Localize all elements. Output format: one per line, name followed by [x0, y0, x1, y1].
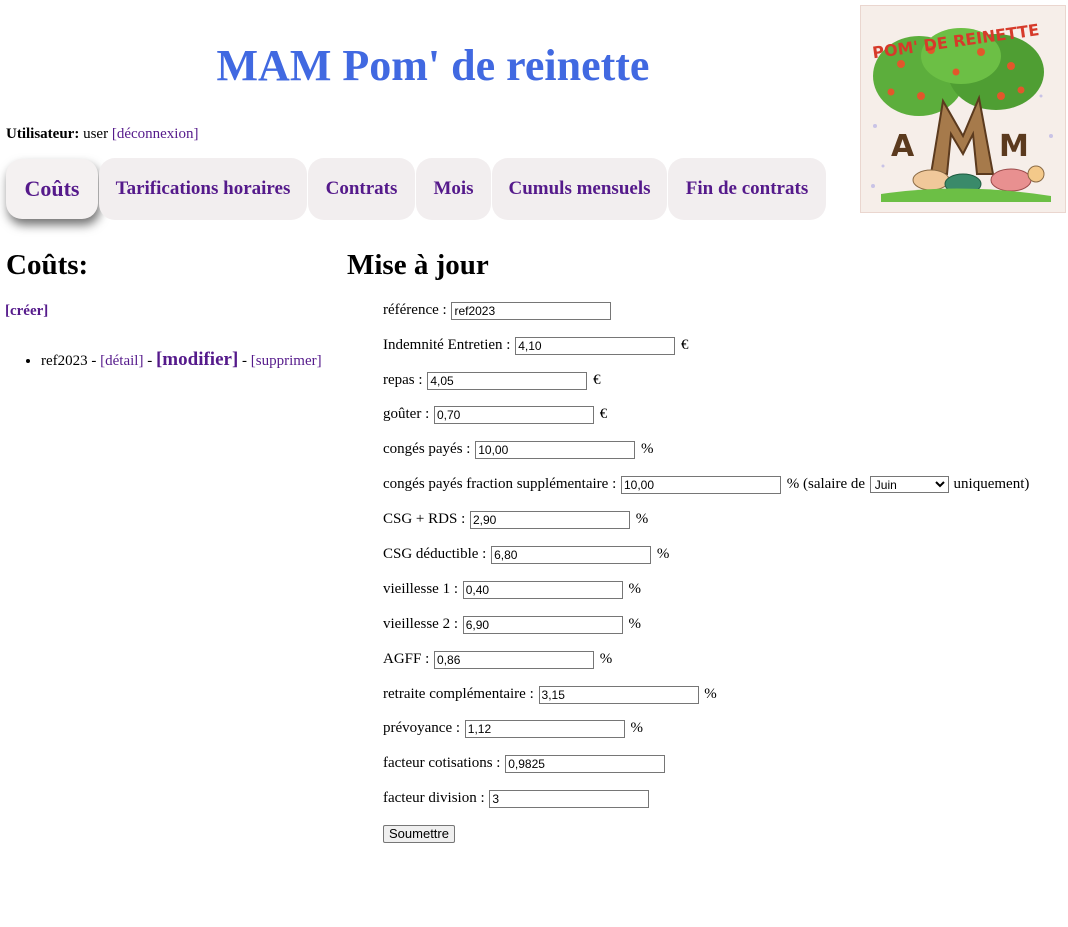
field-prevoyance: prévoyance : %: [383, 718, 643, 738]
logout-link[interactable]: [déconnexion]: [112, 126, 199, 142]
list-item: ref2023 - [détail] - [modifier] - [suppr…: [41, 348, 322, 373]
tab-contrats[interactable]: Contrats: [308, 158, 415, 220]
facteur-cotisations-input[interactable]: [505, 754, 666, 773]
repas-input[interactable]: [427, 371, 588, 390]
suffix-label: uniquement): [953, 476, 1030, 492]
unit-label: %: [599, 651, 613, 667]
unit-label: %: [656, 546, 670, 562]
create-link[interactable]: [créer]: [5, 302, 48, 320]
field-label: vieillesse 1 :: [383, 581, 458, 597]
csg-rds-input[interactable]: [470, 510, 630, 529]
field-vieillesse-2: vieillesse 2 : %: [383, 614, 641, 634]
unit-label: €: [593, 372, 601, 388]
tab-cumuls-mensuels[interactable]: Cumuls mensuels: [492, 158, 667, 220]
reference-input[interactable]: [451, 301, 612, 320]
detail-link[interactable]: [détail]: [100, 353, 143, 369]
agff-input[interactable]: [434, 650, 595, 669]
unit-label: % (salaire de: [786, 476, 866, 492]
field-retraite: retraite complémentaire : %: [383, 684, 717, 704]
unit-label: €: [680, 337, 689, 353]
field-label: prévoyance :: [383, 720, 461, 736]
tab-couts[interactable]: Coûts: [6, 159, 98, 219]
month-select[interactable]: Juin: [869, 476, 949, 494]
field-label: AGFF :: [383, 651, 430, 667]
unit-label: %: [630, 720, 644, 736]
field-gouter: goûter : €: [383, 404, 607, 424]
separator: -: [91, 353, 97, 369]
separator: -: [242, 353, 248, 369]
field-repas: repas : €: [383, 370, 601, 390]
csg-deductible-input[interactable]: [491, 545, 652, 564]
unit-label: %: [704, 686, 717, 702]
modify-link[interactable]: [modifier]: [156, 349, 238, 370]
field-label: facteur cotisations :: [383, 755, 501, 771]
field-facteur-division: facteur division :: [383, 788, 651, 808]
user-name: user: [83, 126, 109, 142]
delete-link[interactable]: [supprimer]: [251, 353, 322, 369]
costs-heading: Coûts:: [6, 249, 89, 281]
field-conges: congés payés : %: [383, 439, 653, 459]
facteur-division-input[interactable]: [489, 789, 650, 808]
field-label: repas :: [383, 372, 423, 388]
svg-text:M: M: [999, 129, 1029, 164]
field-label: CSG + RDS :: [383, 511, 466, 527]
submit-button[interactable]: Soumettre: [383, 825, 455, 843]
field-label: goûter :: [383, 406, 430, 422]
reference-list: ref2023 - [détail] - [modifier] - [suppr…: [22, 348, 322, 373]
field-label: Indemnité Entretien :: [383, 337, 511, 353]
unit-label: %: [628, 616, 642, 632]
user-bar: Utilisateur: user [déconnexion]: [6, 125, 198, 143]
unit-label: €: [599, 406, 608, 422]
separator: -: [147, 353, 153, 369]
field-label: congés payés :: [383, 441, 471, 457]
gouter-input[interactable]: [434, 405, 594, 424]
tab-tarifications-horaires[interactable]: Tarifications horaires: [99, 158, 307, 220]
svg-text:A: A: [891, 129, 915, 164]
field-csg-deductible: CSG déductible : %: [383, 544, 669, 564]
tab-mois[interactable]: Mois: [416, 158, 491, 220]
field-label: référence :: [383, 302, 447, 318]
indemnite-input[interactable]: [515, 336, 676, 355]
prevoyance-input[interactable]: [464, 719, 625, 738]
conges-fraction-input[interactable]: [621, 475, 781, 494]
field-agff: AGFF : %: [383, 649, 612, 669]
field-conges-fraction: congés payés fraction supplémentaire : %…: [383, 474, 1029, 494]
field-label: congés payés fraction supplémentaire :: [383, 476, 617, 492]
site-title: MAM Pom' de reinette: [216, 41, 650, 90]
reference-name: ref2023: [41, 353, 88, 369]
unit-label: %: [628, 581, 642, 597]
field-label: facteur division :: [383, 790, 485, 806]
vieillesse-2-input[interactable]: [462, 615, 623, 634]
unit-label: %: [640, 441, 654, 457]
field-label: retraite complémentaire :: [383, 686, 534, 702]
logo-illustration: A M POM' DE REINETTE: [861, 6, 1065, 212]
field-indemnite: Indemnité Entretien : €: [383, 335, 688, 355]
update-heading: Mise à jour: [347, 249, 489, 281]
retraite-input[interactable]: [538, 685, 699, 704]
field-facteur-cotisations: facteur cotisations :: [383, 753, 667, 773]
field-reference: référence :: [383, 300, 613, 320]
field-vieillesse-1: vieillesse 1 : %: [383, 579, 641, 599]
field-label: CSG déductible :: [383, 546, 487, 562]
field-csg-rds: CSG + RDS : %: [383, 509, 648, 529]
site-logo: A M POM' DE REINETTE: [860, 5, 1066, 213]
tab-fin-de-contrats[interactable]: Fin de contrats: [668, 158, 826, 220]
unit-label: %: [635, 511, 649, 527]
vieillesse-1-input[interactable]: [462, 580, 623, 599]
field-label: vieillesse 2 :: [383, 616, 458, 632]
conges-input[interactable]: [475, 440, 636, 459]
user-label: Utilisateur:: [6, 126, 80, 142]
